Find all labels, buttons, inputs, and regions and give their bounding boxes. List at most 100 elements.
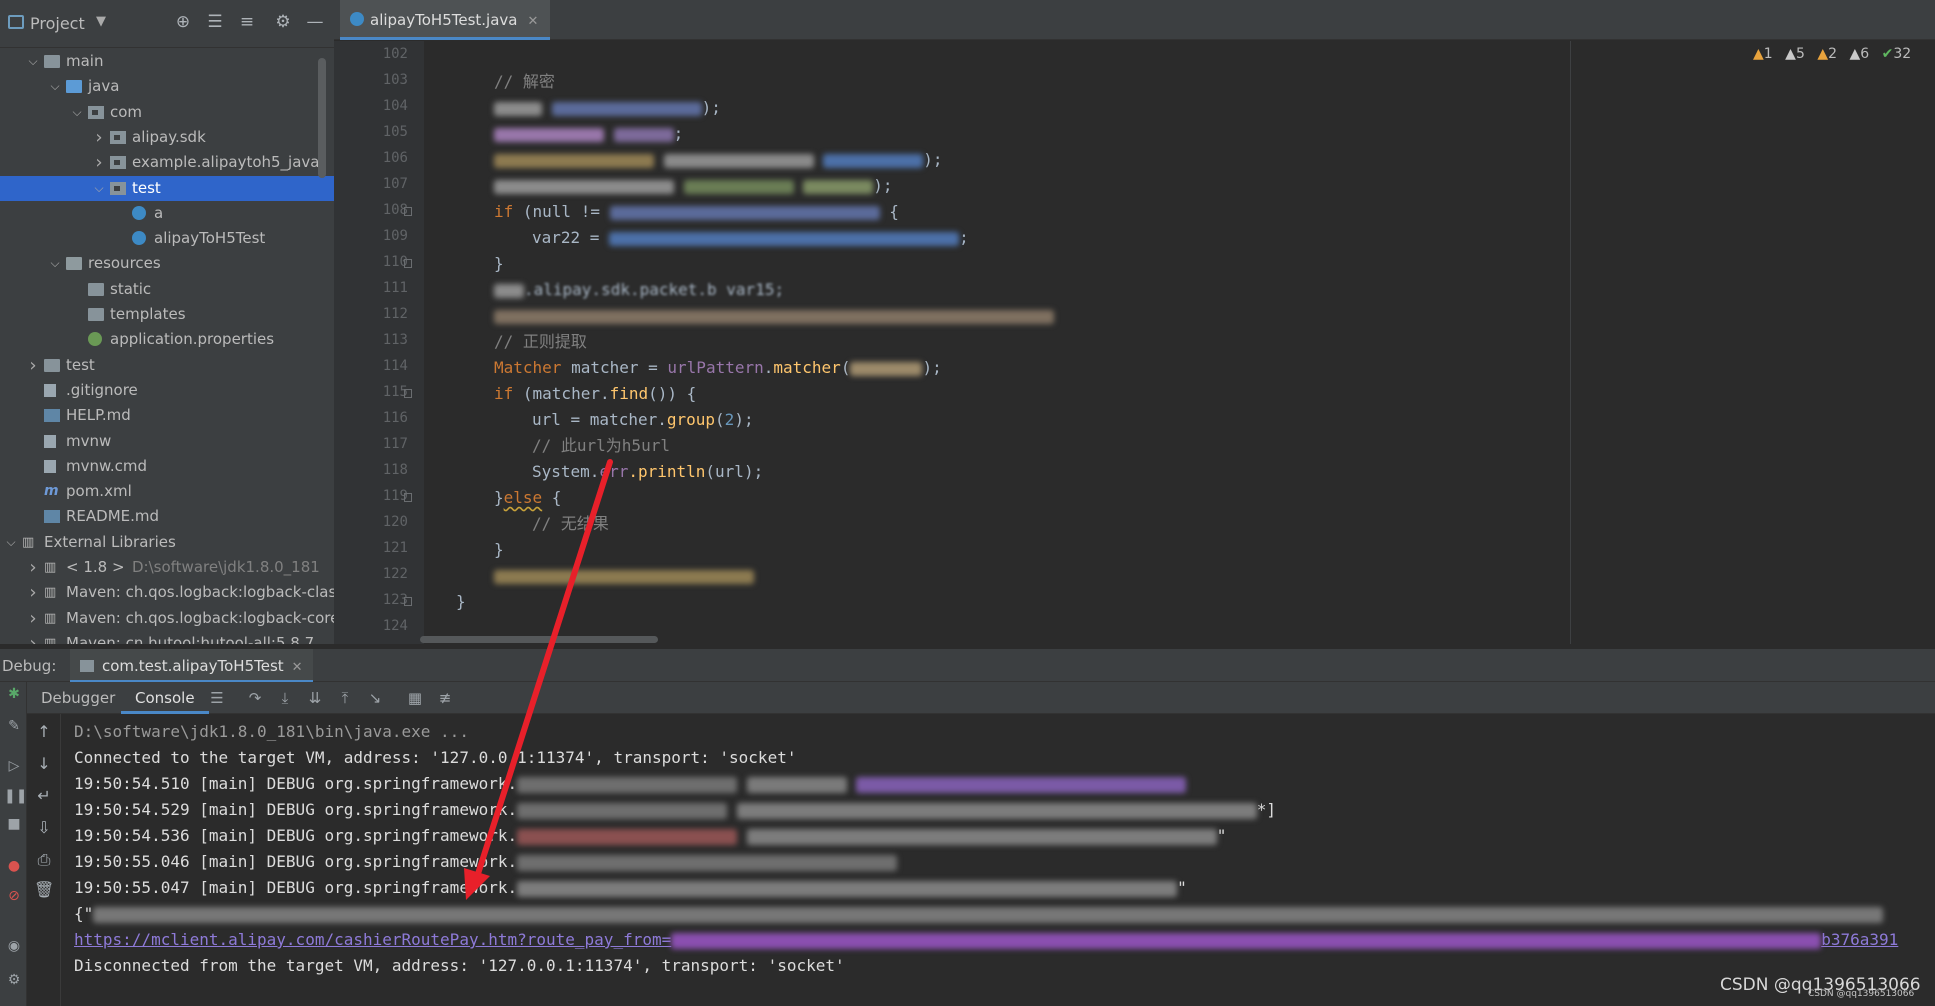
tree-item[interactable]: templates: [0, 302, 334, 327]
code-line-115: if (matcher.find()) {: [494, 384, 697, 403]
tree-item[interactable]: ⌵ java: [0, 74, 334, 99]
gear-icon[interactable]: ⚙: [4, 972, 24, 988]
expand-all-icon[interactable]: ☰: [204, 12, 226, 32]
chevron-down-icon[interactable]: ⌵: [48, 74, 62, 99]
soft-wrap-icon[interactable]: ↵: [34, 786, 54, 805]
line-number: 116: [382, 410, 408, 426]
fold-marker-icon[interactable]: [404, 597, 412, 606]
tree-item[interactable]: a: [0, 201, 334, 226]
tab-alipaytoh5test-java[interactable]: alipayToH5Test.java ✕: [340, 0, 551, 40]
tree-item[interactable]: › ▥ Maven: cn.hutool:hutool-all:5.8.7: [0, 631, 334, 644]
cashier-link[interactable]: https://mclient.alipay.com/cashierRouteP…: [74, 930, 671, 949]
chevron-right-icon[interactable]: ›: [26, 606, 40, 631]
print-icon[interactable]: ⎙: [34, 850, 54, 870]
step-out-icon[interactable]: ⤒: [335, 689, 355, 707]
code-editor[interactable]: // 解密 ); ; ); ); if (null != { var22 = ;…: [424, 41, 1570, 644]
tree-item[interactable]: HELP.md: [0, 403, 334, 428]
minimize-icon[interactable]: —: [304, 12, 326, 32]
editor-horizontal-scrollbar[interactable]: [420, 636, 658, 643]
tree-item[interactable]: ⌵ resources: [0, 251, 334, 276]
tree-item[interactable]: › example.alipaytoh5_java: [0, 150, 334, 175]
code-line-111: .alipay.sdk.packet.b var15;: [494, 277, 784, 303]
tree-item[interactable]: .gitignore: [0, 378, 334, 403]
arrow-down-icon[interactable]: ↓: [34, 754, 54, 773]
tree-item[interactable]: mvnw: [0, 429, 334, 454]
menu-icon[interactable]: ☰: [207, 689, 227, 707]
tree-item[interactable]: mvnw.cmd: [0, 454, 334, 479]
view-breakpoints-icon[interactable]: ●: [4, 858, 24, 874]
tree-item[interactable]: ›▥ Maven: ch.qos.logback:logback-core:1.2: [0, 606, 334, 631]
tree-item[interactable]: › alipay.sdk: [0, 125, 334, 150]
folder-icon: [44, 358, 60, 372]
line-number: 124: [382, 618, 408, 634]
tree-item[interactable]: › ▥ < 1.8 > D:\software\jdk1.8.0_181: [0, 555, 334, 580]
tree-item[interactable]: › test: [0, 353, 334, 378]
resume-icon[interactable]: ▷: [4, 758, 24, 774]
cashier-link-tail[interactable]: b376a391: [1821, 930, 1898, 949]
chevron-right-icon[interactable]: ›: [26, 580, 40, 605]
line-number: 103: [382, 72, 408, 88]
chevron-down-icon[interactable]: ⌵: [48, 251, 62, 276]
tree-item-label: Maven: ch.qos.logback:logback-core:1.2: [66, 608, 334, 627]
fold-marker-icon[interactable]: [404, 389, 412, 398]
scroll-to-end-icon[interactable]: ⇩: [34, 818, 54, 837]
fold-marker-icon[interactable]: [404, 207, 412, 216]
line-number: 111: [382, 280, 408, 296]
tree-item[interactable]: ⌵ ▥ External Libraries: [0, 530, 334, 555]
close-icon[interactable]: ✕: [292, 660, 303, 675]
chevron-down-icon[interactable]: ⌵: [70, 100, 84, 125]
chevron-right-icon[interactable]: ›: [26, 631, 40, 644]
tree-item[interactable]: ⌵ com: [0, 100, 334, 125]
package-icon: [110, 130, 126, 144]
chevron-right-icon[interactable]: ›: [92, 125, 106, 150]
chevron-right-icon[interactable]: ›: [26, 555, 40, 580]
tab-debugger[interactable]: Debugger: [27, 682, 129, 714]
tree-item[interactable]: m pom.xml: [0, 479, 334, 504]
gear-icon[interactable]: ⚙: [272, 12, 294, 32]
tree-item-label: External Libraries: [44, 532, 176, 551]
code-line-114: Matcher matcher = urlPattern.matcher();: [494, 358, 942, 377]
close-icon[interactable]: ✕: [527, 14, 538, 29]
mute-breakpoints-icon[interactable]: ⊘: [4, 888, 24, 904]
library-icon: ▥: [22, 534, 35, 550]
camera-icon[interactable]: ◉: [4, 938, 24, 954]
inspection-widget[interactable]: ▲1 ▲5 ▲2 ▲6 ✔32: [1745, 46, 1911, 68]
tree-item[interactable]: ⌵ test: [0, 175, 334, 201]
console-output[interactable]: D:\software\jdk1.8.0_181\bin\java.exe ..…: [62, 714, 1935, 1006]
locate-icon[interactable]: ⊕: [172, 12, 194, 32]
stop-icon[interactable]: ■: [4, 816, 24, 832]
chevron-right-icon[interactable]: ›: [26, 353, 40, 378]
trash-icon[interactable]: 🗑: [34, 880, 54, 899]
chevron-down-icon[interactable]: ▼: [96, 14, 106, 29]
run-to-cursor-icon[interactable]: ↘: [365, 689, 385, 707]
chevron-down-icon[interactable]: ⌵: [4, 530, 18, 555]
fold-marker-icon[interactable]: [404, 493, 412, 502]
line-number: 121: [382, 540, 408, 556]
collapse-all-icon[interactable]: ≡: [236, 12, 258, 32]
fold-marker-icon[interactable]: [404, 259, 412, 268]
tab-console[interactable]: Console: [121, 682, 209, 714]
chevron-down-icon[interactable]: ⌵: [26, 49, 40, 74]
tree-item[interactable]: › ▥ Maven: ch.qos.logback:logback-classic:: [0, 580, 334, 605]
debug-session-tab[interactable]: com.test.alipayToH5Test ✕: [70, 649, 313, 683]
tree-item[interactable]: application.properties: [0, 327, 334, 352]
project-tree[interactable]: ⌵ main ⌵ java ⌵ com › alipay.sdk › example.alipay…: [0, 48, 334, 644]
project-panel-title[interactable]: Project: [30, 14, 85, 33]
chevron-down-icon[interactable]: ⌵: [92, 176, 106, 201]
tree-item-label: example.alipaytoh5_java: [132, 153, 320, 172]
tree-item[interactable]: static: [0, 277, 334, 302]
arrow-up-icon[interactable]: ↑: [34, 722, 54, 741]
tree-scrollbar[interactable]: [318, 58, 326, 178]
tree-item[interactable]: alipayToH5Test: [0, 226, 334, 251]
tree-item-label: templates: [110, 305, 186, 323]
trace-icon[interactable]: ≢: [435, 689, 455, 707]
step-into-icon[interactable]: ⤓: [275, 689, 295, 707]
chevron-right-icon[interactable]: ›: [92, 150, 106, 175]
step-over-icon[interactable]: ↷: [245, 689, 265, 707]
force-step-into-icon[interactable]: ⇊: [305, 689, 325, 707]
pause-icon[interactable]: ❚❚: [4, 788, 27, 804]
tree-item[interactable]: README.md: [0, 504, 334, 529]
tree-item[interactable]: ⌵ main: [0, 49, 334, 74]
evaluate-icon[interactable]: ▦: [405, 689, 425, 707]
wrench-icon[interactable]: ✎: [4, 718, 24, 734]
